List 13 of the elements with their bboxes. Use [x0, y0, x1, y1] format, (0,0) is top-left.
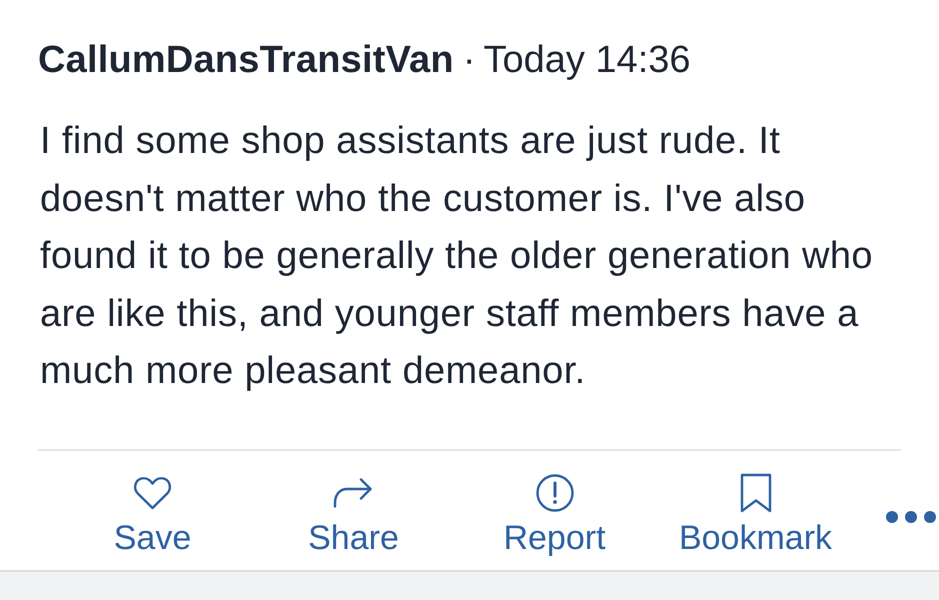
action-button[interactable]: Report — [503, 450, 606, 556]
more-icon[interactable] — [886, 510, 936, 522]
separator: · — [462, 39, 476, 81]
arrow-icon — [333, 478, 374, 508]
action-button[interactable]: Save — [114, 450, 192, 556]
post-body: I find some shop assistants are just rude. It doesn't matter who the customer is. I've also found it to be generally the older generation who are like this, and younger staff members have a much more pleasant demeanor. — [40, 119, 874, 394]
action-button[interactable]: Share — [308, 450, 399, 556]
post-time: Today 14:36 — [483, 39, 691, 81]
exclamation-circle-icon — [536, 474, 574, 512]
bookmark-icon — [740, 472, 772, 512]
action-button[interactable]: Bookmark — [678, 450, 832, 556]
heart-icon — [133, 476, 172, 510]
author-name[interactable]: CallumDansTransitVan — [38, 39, 454, 81]
